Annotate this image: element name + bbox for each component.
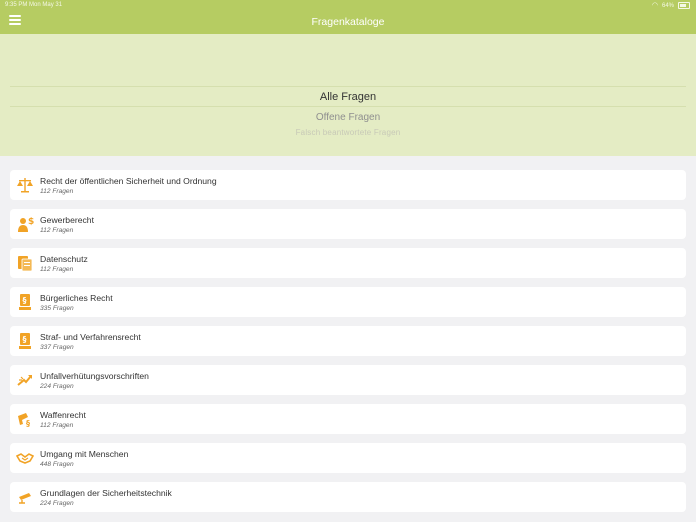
catalog-count: 335 Fragen <box>40 305 74 312</box>
catalog-title: Recht der öffentlichen Sicherheit und Or… <box>40 176 217 186</box>
status-bar: 9:35 PM Mon May 31 ◠ 64% <box>0 0 696 10</box>
catalog-item-gewerberecht[interactable]: $ Gewerberecht 112 Fragen <box>10 209 686 239</box>
status-date: Mon May 31 <box>29 2 63 8</box>
svg-text:§: § <box>26 419 30 428</box>
handshake-icon <box>16 453 34 464</box>
camera-icon <box>19 493 31 504</box>
catalog-title: Datenschutz <box>40 254 88 264</box>
law-book-stpo-icon: § <box>19 333 31 349</box>
catalog-count: 112 Fragen <box>40 266 74 273</box>
wifi-icon: ◠ <box>651 2 658 9</box>
battery-percent: 64% <box>661 2 674 9</box>
catalog-item-datenschutz[interactable]: Datenschutz 112 Fragen <box>10 248 686 278</box>
catalog-title: Waffenrecht <box>40 410 86 420</box>
catalog-title: Grundlagen der Sicherheitstechnik <box>40 488 172 498</box>
catalog-title: Gewerberecht <box>40 215 94 225</box>
battery-icon <box>678 2 690 9</box>
catalog-item-waffenrecht[interactable]: § Waffenrecht 112 Fragen <box>10 404 686 434</box>
picker-option-offene-fragen[interactable]: Offene Fragen <box>0 112 696 123</box>
catalog-item-buergerliches-recht[interactable]: § Bürgerliches Recht 335 Fragen <box>10 287 686 317</box>
catalog-item-sicherheitstechnik[interactable]: Grundlagen der Sicherheitstechnik 224 Fr… <box>10 482 686 512</box>
catalog-count: 448 Fragen <box>40 461 74 468</box>
catalog-count: 224 Fragen <box>40 500 74 507</box>
picker-option-falsch-beantwortet[interactable]: Falsch beantwortete Fragen <box>0 128 696 137</box>
catalog-item-oeffentliche-sicherheit[interactable]: Recht der öffentlichen Sicherheit und Or… <box>10 170 686 200</box>
catalog-item-umgang-mit-menschen[interactable]: Umgang mit Menschen 448 Fragen <box>10 443 686 473</box>
status-time-date: 9:35 PM Mon May 31 <box>5 2 62 8</box>
catalog-item-unfallverhuetung[interactable]: Unfallverhütungsvorschriften 224 Fragen <box>10 365 686 395</box>
navigation-bar: 9:35 PM Mon May 31 ◠ 64% Fragenkataloge <box>0 0 696 34</box>
filter-picker[interactable]: Alle Fragen Offene Fragen Falsch beantwo… <box>0 34 696 156</box>
catalog-title: Umgang mit Menschen <box>40 449 129 459</box>
documents-icon <box>18 256 33 272</box>
catalog-title: Unfallverhütungsvorschriften <box>40 371 149 381</box>
law-book-bgb-icon: § <box>19 294 31 310</box>
page-title: Fragenkataloge <box>311 16 385 28</box>
svg-text:§: § <box>23 296 27 305</box>
status-right: ◠ 64% <box>652 2 690 9</box>
picker-divider-top <box>10 86 686 87</box>
catalog-count: 112 Fragen <box>40 422 74 429</box>
person-money-icon: $ <box>18 217 34 232</box>
picker-option-selected[interactable]: Alle Fragen <box>0 91 696 103</box>
catalog-count: 112 Fragen <box>40 188 74 195</box>
catalog-title: Straf- und Verfahrensrecht <box>40 332 141 342</box>
catalog-item-straf-und-verfahrensrecht[interactable]: § Straf- und Verfahrensrecht 337 Fragen <box>10 326 686 356</box>
catalog-count: 224 Fragen <box>40 383 74 390</box>
picker-divider-bottom <box>10 106 686 107</box>
scales-icon <box>17 178 33 193</box>
broken-arrow-icon <box>17 375 32 386</box>
catalog-title: Bürgerliches Recht <box>40 293 113 303</box>
svg-text:§: § <box>23 335 27 344</box>
weapon-law-icon: § <box>18 413 30 428</box>
svg-text:$: $ <box>28 217 34 227</box>
status-time: 9:35 PM <box>5 2 28 8</box>
catalog-count: 112 Fragen <box>40 227 74 234</box>
catalog-count: 337 Fragen <box>40 344 74 351</box>
